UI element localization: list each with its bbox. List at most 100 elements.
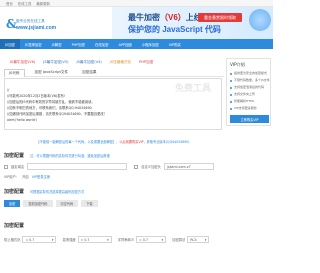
vip-user-status: 开启 (22, 175, 29, 179)
nav-item-php-encrypt[interactable]: PHP加密 (67, 39, 90, 49)
list-item: 支持文件夹上传 (230, 91, 270, 98)
main-nav: JS加密 JS混淆加密 JS解密 PHP加密 在线加密 APP加固 小程序加密 … (0, 39, 273, 49)
config-title: 加密配置 (4, 153, 25, 159)
encrypt-button[interactable]: 加密 (4, 200, 21, 207)
list-item: 智能解析HTML (230, 98, 270, 105)
notice-bar: 【不能保一键解密后的每一个代码，以及需要全部解密】 ，以后就要购买VIP ，获取专业… (4, 137, 222, 145)
tab-php[interactable]: PHP加密 (139, 60, 153, 65)
chevron-down-icon: ▾ (51, 237, 54, 242)
tab-v5[interactable]: JS最牛加密(V5) (43, 60, 68, 65)
vip-intro-panel: VIP介绍 提供更为安全的加密模式 不限代码数量，多个JS文件 支持加密混淆后的… (226, 58, 271, 126)
tab-compress[interactable]: JS压缩格式化 (110, 60, 131, 65)
vip-user-row: VIP用户： 开启 VIP登录注册 (4, 174, 50, 179)
option-select[interactable]: = 0.7 ▾ (22, 236, 57, 243)
option-value: RC4 (190, 237, 197, 242)
nav-item-miniprogram[interactable]: 小程序加密 (137, 39, 164, 49)
nav-item-js-decrypt[interactable]: JS解密 (47, 39, 67, 49)
vip-login-link[interactable]: VIP登录注册 (32, 174, 50, 179)
encrypt-version-tabs: JS最牛加密(V6) JS最牛加密(V5) JS最牛加密(V4) JS压缩格式化… (4, 58, 224, 67)
top-bar: 首页 在线工具 最新更新 (0, 0, 273, 7)
banner-headline: 最牛加密（V6）上线 (128, 12, 202, 23)
notice-suffix: ，获取专业版本(QQ94034690) (143, 139, 190, 144)
banner-cta-button[interactable]: 重金悬赏限时领取 (198, 13, 242, 22)
custom-header-checkbox[interactable] (134, 164, 139, 169)
domain-lock-checkbox[interactable] (4, 164, 8, 169)
vip-user-label: VIP用户： (4, 175, 20, 179)
banner-decoration-icon (249, 9, 271, 31)
vip-feature: 智能解析HTML (234, 99, 255, 103)
vip-feature: 提供更为安全的加密模式 (234, 71, 268, 75)
banner-headline-version: （V6） (160, 13, 186, 22)
topbar-link-tools[interactable]: 在线工具 (18, 1, 32, 6)
notice-highlight[interactable]: ，以后就要购买VIP (116, 139, 143, 144)
copy-button[interactable]: 复制加密代码 (23, 200, 53, 207)
list-item: 提供更为安全的加密模式 (230, 70, 270, 77)
promo-banner[interactable]: 最牛加密（V6）上线 重金悬赏限时领取 保护您的 JavaScript 代码 (112, 7, 273, 39)
list-item: VIP支持更多服务 (230, 105, 270, 112)
vip-feature: VIP支持更多服务 (234, 106, 257, 110)
bullet-icon (230, 86, 232, 89)
domain-lock-row: 锁定域名 自定义加密头 jsjiami.com.v7 (4, 163, 214, 170)
list-item: 不限代码数量，多个JS文件 (230, 77, 270, 84)
chevron-down-icon: ▾ (161, 237, 164, 242)
custom-header-input[interactable]: jsjiami.com.v7 (163, 163, 214, 170)
nav-item-js-encrypt[interactable]: JS加密 (0, 39, 20, 49)
list-item: 支持加密混淆后的代码 (230, 84, 270, 91)
nav-item-js-obfuscate[interactable]: JS混淆加密 (20, 39, 47, 49)
vip-feature: 支持文件夹上传 (234, 92, 256, 96)
subtab-result[interactable]: 加密结果 (78, 69, 100, 76)
vip-feature: 支持加密混淆后的代码 (234, 85, 265, 89)
config-title: 加密配置 (4, 189, 25, 195)
nav-item-online-encrypt[interactable]: 在线加密 (90, 39, 114, 49)
subtab-file[interactable]: 加密 JavaScript文件 (31, 69, 73, 76)
option-value: = 0.7 (25, 237, 35, 242)
option-label: 混淆强度 (62, 238, 76, 242)
editor-subtabs: JS代码 加密 JavaScript文件 加密结果 (4, 68, 224, 77)
config-title: 加密配置 (4, 223, 25, 229)
vip-panel-title: VIP介绍 (230, 62, 245, 67)
editor-watermark: 免费工具 (174, 84, 211, 94)
option-label: 加密算法 (172, 238, 186, 242)
banner-headline-prefix: 最牛加密 (128, 13, 160, 22)
topbar-link-home[interactable]: 首页 (6, 1, 13, 6)
editor-line: alert('hello world') (7, 118, 38, 122)
option-select[interactable]: RC4 ▾ (187, 236, 210, 243)
notice-prefix: 【不能保一键解密后的每一个代码，以及需要全部解密】 (36, 139, 117, 144)
nav-item-vip[interactable]: VIP购买 (164, 39, 186, 49)
banner-subline: 保护您的 JavaScript 代码 (128, 25, 221, 34)
bullet-icon (230, 100, 232, 103)
option-label: 防止格式化 (4, 238, 21, 242)
logo-tagline: 做专业的在线工具 (16, 19, 45, 23)
buy-vip-button[interactable]: 立即购买VIP (230, 115, 269, 123)
advanced-options-row: 防止格式化 = 0.7 ▾ 混淆强度 = 0.7 ▾ 字符串转义 = 0.7 ▾ 加密… (4, 236, 210, 243)
bullet-icon (230, 72, 232, 75)
clear-button[interactable]: 清空代码 (55, 200, 79, 207)
bullet-icon (230, 107, 232, 110)
bullet-icon (230, 93, 232, 96)
option-select[interactable]: = 0.7 ▾ (136, 236, 167, 243)
config-note: 可根据实际情况选择更高级别加密方式 (30, 190, 85, 194)
download-button[interactable]: 下载 (81, 200, 98, 207)
nav-item-app-harden[interactable]: APP加固 (114, 39, 137, 49)
domain-lock-label: 锁定域名 (11, 165, 25, 169)
option-label: 字符串转义 (117, 238, 135, 242)
action-buttons: 加密 复制加密代码 清空代码 下载 (4, 200, 98, 207)
editor-content: // //可能有2020年12月2日版本(V6)发布! //加密后的JS代码中有… (7, 87, 107, 123)
domain-lock-input[interactable] (27, 163, 128, 170)
subtab-code[interactable]: JS代码 (4, 68, 25, 77)
tab-v4[interactable]: JS最牛加密(V4) (77, 60, 102, 65)
topbar-link-updates[interactable]: 最新更新 (36, 1, 50, 6)
option-value: = 0.7 (80, 237, 90, 242)
bullet-icon (230, 79, 232, 82)
tab-v6[interactable]: JS最牛加密(V6) (10, 60, 35, 65)
chevron-down-icon: ▾ (204, 237, 207, 242)
logo-url[interactable]: www.jsjiami.com (16, 25, 56, 31)
chevron-down-icon: ▾ (107, 237, 109, 242)
vip-feature-list: 提供更为安全的加密模式 不限代码数量，多个JS文件 支持加密混淆后的代码 支持文… (230, 70, 270, 112)
vip-feature: 不限代码数量，多个JS文件 (234, 78, 270, 82)
option-value: = 0.7 (139, 237, 148, 242)
code-editor[interactable]: 免费工具 // //可能有2020年12月2日版本(V6)发布! //加密后的J… (4, 78, 222, 130)
option-select[interactable]: = 0.7 ▾ (77, 236, 112, 243)
config-note: 注：可以根据代码的实际情况进行勾选，避免加密后报错 (30, 154, 110, 158)
custom-header-label: 自定义加密头 (141, 165, 161, 169)
